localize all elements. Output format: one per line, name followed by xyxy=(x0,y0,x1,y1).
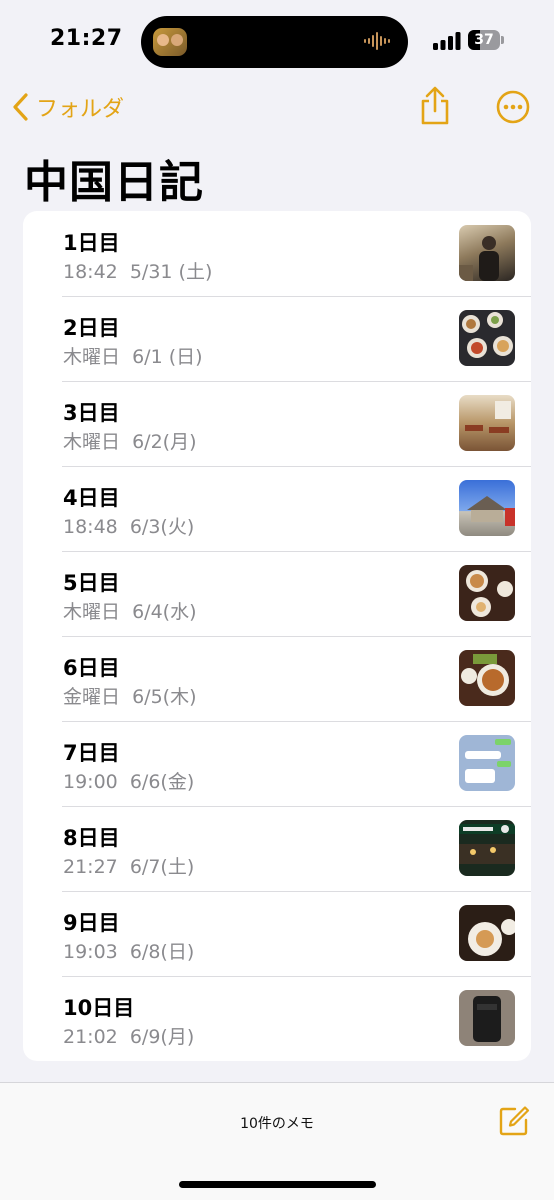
note-meta: 18:48 6/3(火) xyxy=(63,516,195,538)
note-title: 10日目 xyxy=(63,996,135,1020)
note-title: 8日目 xyxy=(63,826,120,850)
status-time: 21:27 xyxy=(50,26,123,51)
note-meta: 金曜日 6/5(木) xyxy=(63,686,197,708)
note-meta: 19:00 6/6(金) xyxy=(63,771,195,793)
note-thumbnail xyxy=(459,990,515,1046)
note-row[interactable]: 3日目 木曜日 6/2(月) xyxy=(23,381,531,466)
share-icon xyxy=(421,86,449,125)
back-label: フォルダ xyxy=(36,97,125,122)
home-indicator xyxy=(179,1181,376,1188)
note-row[interactable]: 5日目 木曜日 6/4(水) xyxy=(23,551,531,636)
note-meta: 木曜日 6/4(水) xyxy=(63,601,197,623)
note-title: 3日目 xyxy=(63,401,120,425)
compose-button[interactable] xyxy=(498,1105,530,1141)
note-meta: 木曜日 6/2(月) xyxy=(63,431,197,453)
battery-icon: 37 xyxy=(468,30,504,50)
live-activity-avatar xyxy=(153,28,187,56)
note-row[interactable]: 1日目 18:42 5/31 (土) xyxy=(23,211,531,296)
more-button[interactable] xyxy=(496,90,530,128)
note-thumbnail xyxy=(459,650,515,706)
note-thumbnail xyxy=(459,565,515,621)
note-meta: 21:02 6/9(月) xyxy=(63,1026,195,1048)
bottom-toolbar: 10件のメモ xyxy=(0,1082,554,1200)
status-bar: 21:27 37 xyxy=(0,0,554,84)
note-thumbnail xyxy=(459,735,515,791)
note-row[interactable]: 8日目 21:27 6/7(土) xyxy=(23,806,531,891)
compose-icon xyxy=(499,1106,530,1136)
note-row[interactable]: 7日目 19:00 6/6(金) xyxy=(23,721,531,806)
note-title: 1日目 xyxy=(63,231,120,255)
note-title: 7日目 xyxy=(63,741,120,765)
back-button[interactable]: フォルダ xyxy=(12,90,124,124)
ellipsis-circle-icon xyxy=(496,90,530,124)
note-row[interactable]: 2日目 木曜日 6/1 (日) xyxy=(23,296,531,381)
note-thumbnail xyxy=(459,820,515,876)
note-thumbnail xyxy=(459,905,515,961)
cellular-signal-icon xyxy=(433,32,461,50)
chevron-left-icon xyxy=(13,93,28,121)
page-title: 中国日記 xyxy=(24,157,204,208)
note-row[interactable]: 9日目 19:03 6/8(日) xyxy=(23,891,531,976)
note-list: 1日目 18:42 5/31 (土) 2日目 木曜日 6/1 (日) 3日目 木… xyxy=(23,211,531,1061)
note-row[interactable]: 6日目 金曜日 6/5(木) xyxy=(23,636,531,721)
note-meta: 木曜日 6/1 (日) xyxy=(63,346,203,368)
dynamic-island xyxy=(141,16,408,68)
battery-level: 37 xyxy=(474,32,494,48)
note-meta: 18:42 5/31 (土) xyxy=(63,261,213,283)
note-meta: 21:27 6/7(土) xyxy=(63,856,195,878)
note-count: 10件のメモ xyxy=(240,1116,314,1132)
note-thumbnail xyxy=(459,480,515,536)
note-meta: 19:03 6/8(日) xyxy=(63,941,195,963)
audio-waveform-icon xyxy=(364,32,390,50)
note-thumbnail xyxy=(459,310,515,366)
note-title: 4日目 xyxy=(63,486,120,510)
note-row[interactable]: 4日目 18:48 6/3(火) xyxy=(23,466,531,551)
note-title: 5日目 xyxy=(63,571,120,595)
note-title: 6日目 xyxy=(63,656,120,680)
note-title: 2日目 xyxy=(63,316,120,340)
share-button[interactable] xyxy=(418,86,452,130)
note-thumbnail xyxy=(459,225,515,281)
note-thumbnail xyxy=(459,395,515,451)
note-row[interactable]: 10日目 21:02 6/9(月) xyxy=(23,976,531,1061)
note-title: 9日目 xyxy=(63,911,120,935)
